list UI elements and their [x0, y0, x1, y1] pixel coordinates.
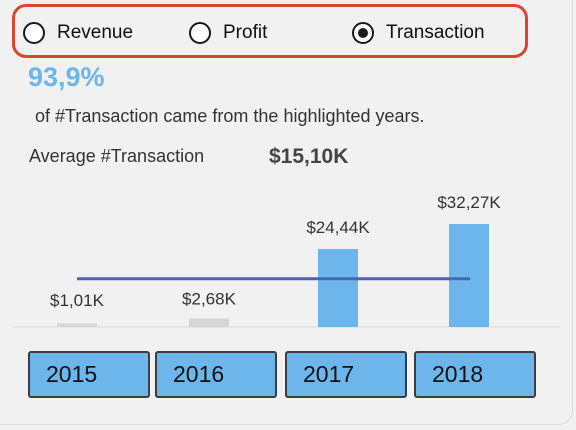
year-button-2017[interactable]: 2017 [285, 351, 407, 398]
revenue-radio-label[interactable]: Revenue [57, 22, 133, 44]
data-label-2015: $1,01K [50, 291, 105, 310]
bar-2016[interactable] [189, 318, 229, 327]
year-button-2015[interactable]: 2015 [28, 351, 150, 398]
metric-selector: Revenue Profit Transaction [12, 4, 528, 58]
year-button-2018[interactable]: 2018 [414, 351, 536, 398]
revenue-radio-icon[interactable] [23, 22, 45, 44]
data-label-2017: $24,44K [306, 218, 370, 237]
data-label-2018: $32,27K [437, 193, 501, 212]
data-label-2016: $2,68K [182, 289, 237, 308]
average-label: Average #Transaction [29, 146, 205, 166]
profit-radio-option[interactable]: Profit [189, 20, 267, 46]
bar-2018[interactable] [449, 224, 489, 327]
transaction-bar-chart: $1,01K $2,68K $24,44K $32,27K [14, 193, 560, 328]
transaction-radio-icon[interactable] [352, 22, 374, 44]
share-description: of #Transaction came from the highlighte… [35, 106, 425, 126]
bar-2017[interactable] [318, 248, 358, 327]
bar-2015[interactable] [57, 323, 97, 328]
year-button-2016[interactable]: 2016 [155, 351, 277, 398]
share-percentage: 93,9% [28, 62, 105, 92]
transaction-radio-option[interactable]: Transaction [352, 20, 485, 46]
transaction-radio-label[interactable]: Transaction [386, 22, 485, 44]
revenue-radio-option[interactable]: Revenue [23, 20, 133, 46]
average-value: $15,10K [269, 145, 349, 168]
profit-radio-icon[interactable] [189, 22, 211, 44]
profit-radio-label[interactable]: Profit [223, 22, 267, 44]
